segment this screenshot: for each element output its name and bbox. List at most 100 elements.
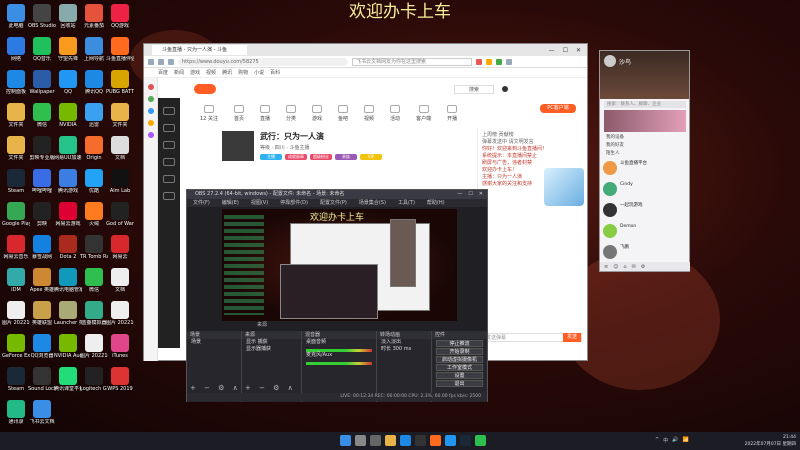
desktop-icon[interactable]: OBS Studio	[28, 4, 56, 29]
desktop-icon[interactable]: 守望先锋	[54, 37, 82, 62]
extension-icon[interactable]	[486, 58, 492, 65]
desktop-icon[interactable]: NVIDIA	[54, 103, 82, 128]
qq-search-input[interactable]: 搜索：联系人、群聊、企业	[604, 101, 686, 108]
tray-icon[interactable]: 📶	[682, 437, 688, 444]
refresh-icon[interactable]	[168, 58, 174, 65]
desktop-icon[interactable]: 蓝叠模拟器	[80, 301, 108, 326]
extension-icon[interactable]	[496, 58, 502, 65]
desktop-icon[interactable]: 网易云	[106, 235, 134, 260]
desktop-icon[interactable]: Origin	[80, 136, 108, 161]
desktop-icon[interactable]: TR Tomb Raider	[80, 235, 108, 260]
desktop-icon[interactable]: NVIDIA Audio	[54, 334, 82, 359]
desktop-icon[interactable]: 元素番茄	[80, 4, 108, 29]
forward-icon[interactable]	[158, 58, 164, 65]
taskbar-app-icon[interactable]	[460, 435, 471, 446]
desktop-icon[interactable]: 文件夹	[106, 103, 134, 128]
taskbar-app-icon[interactable]	[355, 435, 366, 446]
maximize-button[interactable]: ☐	[563, 47, 568, 54]
desktop-icon[interactable]: Google Play	[2, 202, 30, 227]
obs-menu-item[interactable]: 编辑(E)	[222, 199, 239, 207]
desktop-icon[interactable]: 剪映	[28, 202, 56, 227]
desktop-icon[interactable]: 腾讯QQ	[80, 70, 108, 95]
desktop-icon[interactable]: Sound Lock	[28, 367, 56, 392]
streamer-tag[interactable]: 主播	[260, 154, 282, 160]
desktop-icon[interactable]: 腾讯游戏	[54, 169, 82, 194]
game-banner[interactable]	[544, 168, 584, 206]
qq-window[interactable]: 沙鸟 搜索：联系人、群聊、企业 我的设备 我的好友 陌生人 斗鱼直播平台 Cindy 一…	[599, 50, 690, 272]
qq-contact-item[interactable]: 一起玩游戏	[603, 203, 689, 221]
obs-menu-item[interactable]: 视图(V)	[251, 199, 268, 207]
desktop-icon[interactable]: 回收站	[54, 4, 82, 29]
desktop-icon[interactable]: 通讯录	[2, 400, 30, 425]
desktop-icon[interactable]: 斗鱼直播伴侣	[106, 37, 134, 62]
desktop-icon[interactable]: 图片 20221021	[106, 301, 134, 326]
obs-control-button[interactable]: 设置	[436, 372, 483, 379]
desktop-icon[interactable]: GeForce Experience	[2, 334, 30, 359]
obs-menu-item[interactable]: 停靠部件(D)	[280, 199, 308, 207]
desktop-icon[interactable]: Aim Lab	[106, 169, 134, 194]
sidebar-icon[interactable]	[147, 108, 154, 114]
streamer-tag[interactable]: 超级粉丝	[310, 154, 332, 160]
desktop-icon[interactable]: Logitech G HUB	[80, 367, 108, 392]
desktop-icon[interactable]: 飞书云文档	[28, 400, 56, 425]
qq-group-item[interactable]: 我的设备	[600, 135, 690, 141]
desktop-icon[interactable]: 图片 20221010	[2, 301, 30, 326]
scene-item[interactable]: 场景	[187, 339, 241, 346]
obs-sources-tab[interactable]: 来源	[257, 321, 267, 328]
streamer-tag[interactable]: VIP	[360, 154, 382, 160]
qq-toolbar-icon[interactable]: ✉	[632, 264, 636, 270]
streamer-avatar[interactable]	[222, 131, 254, 161]
desktop-icon[interactable]: 文档	[106, 136, 134, 161]
nav-item[interactable]: 游戏	[312, 104, 322, 122]
taskbar-app-icon[interactable]	[400, 435, 411, 446]
desktop-icon[interactable]: IDM	[2, 268, 30, 293]
obs-control-button[interactable]: 启动虚拟摄像机	[436, 356, 483, 363]
desktop-icon[interactable]: Apex 英雄	[28, 268, 56, 293]
desktop-icon[interactable]: 文件夹	[2, 103, 30, 128]
desktop-icon[interactable]: God of War	[106, 202, 134, 227]
nav-item[interactable]: 视频	[364, 104, 374, 122]
qq-contact-item[interactable]: 斗鱼直播平台	[603, 161, 689, 179]
source-item[interactable]: 显示 捕获	[242, 339, 301, 346]
desktop-icon[interactable]: 网易云音乐	[2, 235, 30, 260]
pc-client-button[interactable]: PC客户端	[540, 104, 576, 113]
user-avatar[interactable]	[502, 86, 509, 92]
maximize-button[interactable]: ☐	[468, 190, 472, 199]
qq-contact-item[interactable]: Cindy	[603, 182, 689, 200]
taskbar-app-icon[interactable]	[370, 435, 381, 446]
taskbar-app-icon[interactable]	[475, 435, 486, 446]
qq-toolbar-icon[interactable]: ≡	[604, 264, 608, 270]
desktop-icon[interactable]: 控制面板	[2, 70, 30, 95]
desktop-icon[interactable]: 文档	[106, 268, 134, 293]
side-nav-icon[interactable]	[163, 158, 175, 166]
transition-duration[interactable]: 时长 300 ms	[377, 346, 431, 353]
clock[interactable]: 21:44 2022年07月07日 星期四	[745, 434, 796, 448]
desktop-icon[interactable]: 英雄联盟	[28, 301, 56, 326]
qq-contact-item[interactable]: Demon	[603, 224, 689, 242]
obs-control-button[interactable]: 工作室模式	[436, 364, 483, 371]
tray-icon[interactable]: 中	[663, 437, 668, 444]
taskbar-app-icon[interactable]	[340, 435, 351, 446]
desktop-icon[interactable]: 腾讯课堂平台	[54, 367, 82, 392]
desktop-icon[interactable]: 文件夹	[2, 136, 30, 161]
bookmark-item[interactable]: 腾讯	[222, 69, 232, 76]
streamer-tag[interactable]: 成就勋章	[285, 154, 307, 160]
desktop-icon[interactable]: 微信	[28, 103, 56, 128]
send-button[interactable]: 发送	[563, 333, 581, 342]
qq-contact-item[interactable]: 飞鹏	[603, 245, 689, 263]
desktop-icon[interactable]: 哔哩哔哩	[28, 169, 56, 194]
taskbar-app-icon[interactable]	[445, 435, 456, 446]
side-nav-icon[interactable]	[163, 124, 175, 132]
source-item[interactable]: 显示器捕获	[242, 346, 301, 353]
obs-control-button[interactable]: 退出	[436, 380, 483, 387]
desktop-icon[interactable]: iTunes	[106, 334, 134, 359]
qq-toolbar-icon[interactable]: ⌂	[623, 264, 626, 270]
desktop-icon[interactable]: Steam	[2, 169, 30, 194]
obs-control-button[interactable]: 开始录制	[436, 348, 483, 355]
side-nav-icon[interactable]	[163, 175, 175, 183]
sidebar-icon[interactable]	[147, 120, 154, 126]
desktop-icon[interactable]: Launcher 英雄联盟	[54, 301, 82, 326]
audio-meter[interactable]	[306, 362, 372, 365]
bookmark-item[interactable]: 视频	[206, 69, 216, 76]
streamer-tag[interactable]: 贵族	[335, 154, 357, 160]
